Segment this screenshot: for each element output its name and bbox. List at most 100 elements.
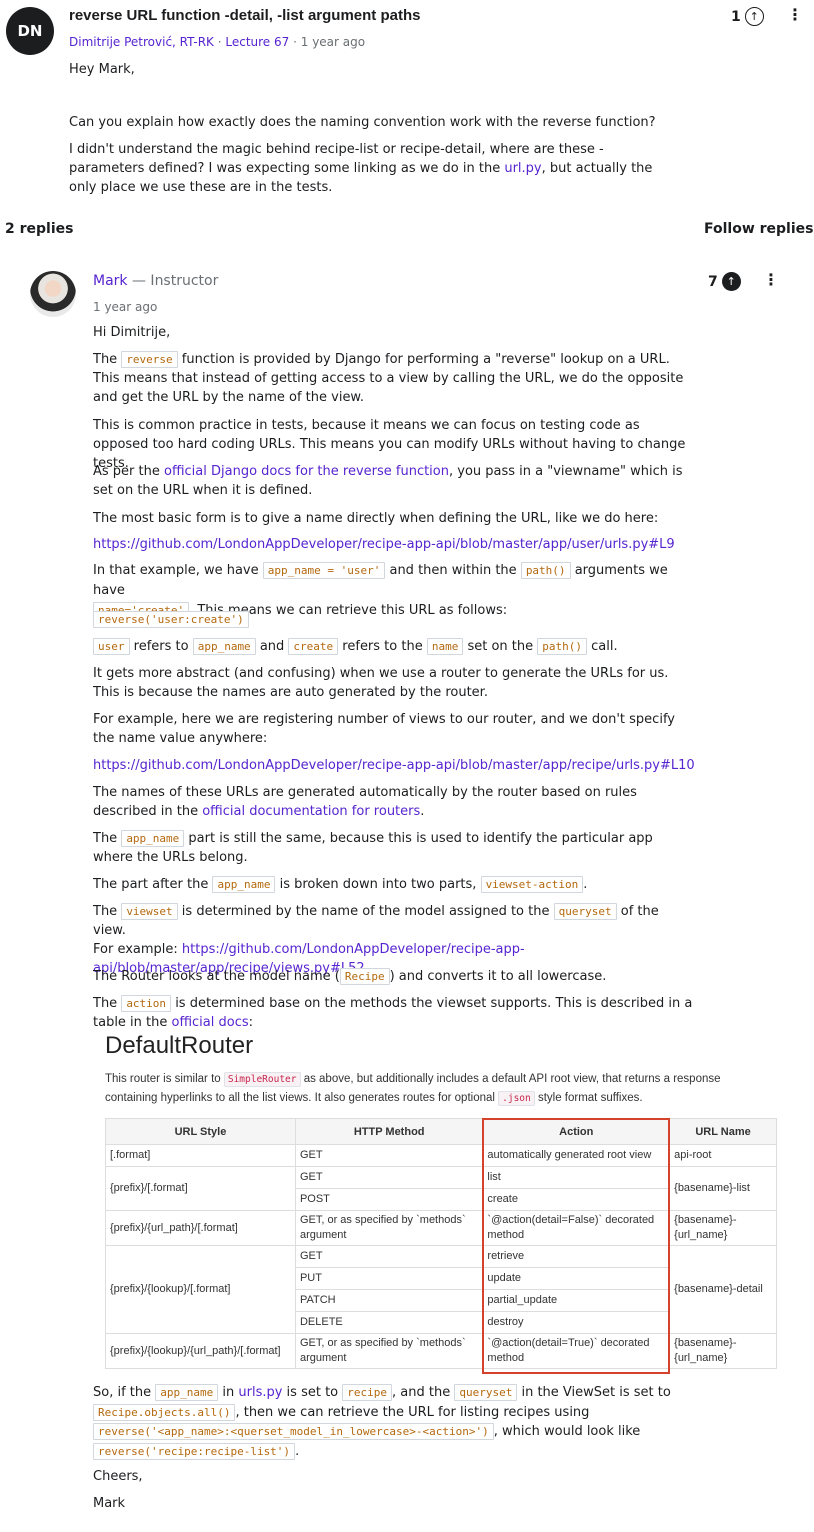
instructor-link[interactable]: Mark [93, 273, 128, 289]
column-header: HTTP Method [294, 1118, 484, 1145]
signoff: Cheers, [93, 1469, 143, 1484]
table-cell: {basename}-{url_name} [669, 1210, 777, 1246]
column-header: URL Style [105, 1118, 296, 1145]
inline-code: queryset [454, 1384, 518, 1401]
reply-paragraph: So, if the app_name in urls.py is set to… [93, 1384, 671, 1460]
reply-paragraph: The reverse function is provided by Djan… [93, 351, 684, 405]
table-cell: api-root [669, 1144, 777, 1167]
reply-paragraph: The part after the app_name is broken do… [93, 876, 588, 893]
reply-paragraph: As per the official Django docs for the … [93, 464, 683, 498]
github-link[interactable]: https://github.com/LondonAppDeveloper/re… [93, 535, 675, 554]
code-block: reverse('user:create') [93, 610, 249, 629]
reply-paragraph: The app_name part is still the same, bec… [93, 830, 653, 865]
inline-code: reverse('recipe:recipe-list') [93, 1442, 296, 1460]
arrow-up-icon[interactable]: ↑ [721, 272, 741, 291]
table-row: {prefix}/{url_path}/[.format] GET, or as… [105, 1210, 777, 1246]
table-cell: retrieve [482, 1245, 671, 1268]
table-cell: {basename}-{url_name} [669, 1333, 777, 1369]
column-header: Action [482, 1118, 671, 1145]
inline-code: action [121, 995, 172, 1012]
reply-paragraph: The Router looks at the model name (Reci… [93, 968, 607, 985]
table-cell: update [482, 1267, 671, 1290]
table-row: {prefix}/{lookup}/[.format] GET retrieve… [105, 1245, 777, 1334]
instructor-role: — Instructor [131, 273, 219, 289]
router-heading: DefaultRouter [105, 1032, 254, 1059]
reply-paragraph: It gets more abstract (and confusing) wh… [93, 666, 669, 700]
column-header: URL Name [669, 1118, 777, 1145]
avatar[interactable] [30, 271, 76, 317]
table-cell: `@action(detail=True)` decorated method [482, 1333, 671, 1369]
inline-code: recipe [342, 1384, 393, 1401]
upvote-count: 1 [731, 8, 741, 25]
inline-code: viewset [121, 903, 178, 920]
question-upvote[interactable]: 1 ↑ [731, 7, 764, 26]
inline-code: app_name [121, 830, 185, 847]
urlspy-link[interactable]: urls.py [238, 1385, 282, 1400]
lecture-link[interactable]: Lecture 67 [225, 35, 289, 49]
reply-paragraph: For example, here we are registering num… [93, 712, 675, 746]
router-docs-link[interactable]: official documentation for routers [202, 804, 420, 819]
table-header-row: URL Style HTTP Method Action URL Name [105, 1118, 777, 1145]
table-cell: destroy [482, 1311, 671, 1334]
reply-greeting: Hi Dimitrije, [93, 325, 171, 340]
inline-code: Recipe.objects.all() [93, 1403, 236, 1421]
question-title[interactable]: reverse URL function -detail, -list argu… [69, 7, 420, 24]
inline-code: viewset-action [480, 876, 584, 893]
urlpy-link[interactable]: url.py [504, 161, 541, 176]
table-cell: {prefix}/{url_path}/[.format] [105, 1210, 296, 1246]
timestamp: 1 year ago [300, 35, 366, 49]
reply-paragraph: The names of these URLs are generated au… [93, 785, 637, 819]
reply-author: Mark — Instructor [93, 273, 218, 289]
inline-code: app_name [212, 876, 276, 893]
author-link[interactable]: Dimitrije Petrović, RT-RK [69, 35, 214, 49]
inline-code: reverse('<app_name>:<querset_model_in_lo… [93, 1423, 494, 1440]
reply-paragraph: user refers to app_name and create refer… [93, 637, 693, 656]
table-cell: DELETE [294, 1311, 484, 1334]
reply-paragraph: The action is determined base on the met… [93, 995, 693, 1030]
inline-code: path() [520, 562, 571, 579]
table-cell: {prefix}/[.format] [105, 1166, 296, 1211]
table-cell: {basename}-list [669, 1166, 777, 1211]
table-cell: GET [294, 1144, 484, 1167]
inline-code: app_name [155, 1384, 219, 1401]
question-meta: Dimitrije Petrović, RT-RK · Lecture 67 ·… [69, 35, 366, 49]
question-greeting: Hey Mark, [69, 62, 135, 77]
reply-count: 2 replies [5, 221, 74, 237]
github-link[interactable]: https://github.com/LondonAppDeveloper/re… [93, 756, 695, 775]
arrow-up-icon[interactable]: ↑ [744, 7, 764, 26]
table-cell: list [482, 1166, 671, 1189]
table-cell: PUT [294, 1267, 484, 1290]
table-cell: {prefix}/{lookup}/{url_path}/[.format] [105, 1333, 296, 1369]
table-cell: {basename}-detail [669, 1245, 777, 1334]
table-cell: create [482, 1188, 671, 1211]
inline-code: path() [537, 638, 588, 655]
table-cell: [.format] [105, 1144, 296, 1167]
inline-code: app_name = 'user' [262, 562, 386, 579]
table-cell: {prefix}/{lookup}/[.format] [105, 1245, 296, 1334]
follow-replies-button[interactable]: Follow replies [704, 221, 813, 237]
table-cell: automatically generated root view [482, 1144, 671, 1167]
table-row: [.format] GET automatically generated ro… [105, 1144, 777, 1167]
question-paragraph: Can you explain how exactly does the nam… [69, 115, 656, 130]
router-intro: This router is similar to SimpleRouter a… [105, 1072, 721, 1106]
reply-upvote[interactable]: 7 ↑ [708, 272, 741, 291]
table-cell: GET, or as specified by `methods` argume… [294, 1210, 484, 1246]
router-docs-screenshot: DefaultRouter This router is similar to … [103, 1032, 779, 1378]
table-cell: GET [294, 1166, 484, 1189]
django-docs-link[interactable]: official Django docs for the reverse fun… [164, 464, 449, 479]
table-cell: POST [294, 1188, 484, 1211]
more-options-icon[interactable]: ⋮ [763, 272, 779, 288]
avatar[interactable]: DN [6, 7, 54, 55]
more-options-icon[interactable]: ⋮ [787, 7, 803, 23]
inline-code: user [93, 638, 130, 655]
table-row: {prefix}/{lookup}/{url_path}/[.format] G… [105, 1333, 777, 1369]
official-docs-link[interactable]: official docs [172, 1015, 249, 1030]
table-cell: PATCH [294, 1289, 484, 1312]
timestamp: 1 year ago [93, 300, 158, 314]
inline-code: app_name [192, 638, 256, 655]
inline-code: Recipe [339, 968, 390, 985]
inline-code: queryset [553, 903, 617, 920]
table-cell: GET [294, 1245, 484, 1268]
reply-paragraph: The most basic form is to give a name di… [93, 511, 659, 526]
router-table: URL Style HTTP Method Action URL Name [.… [105, 1118, 777, 1369]
